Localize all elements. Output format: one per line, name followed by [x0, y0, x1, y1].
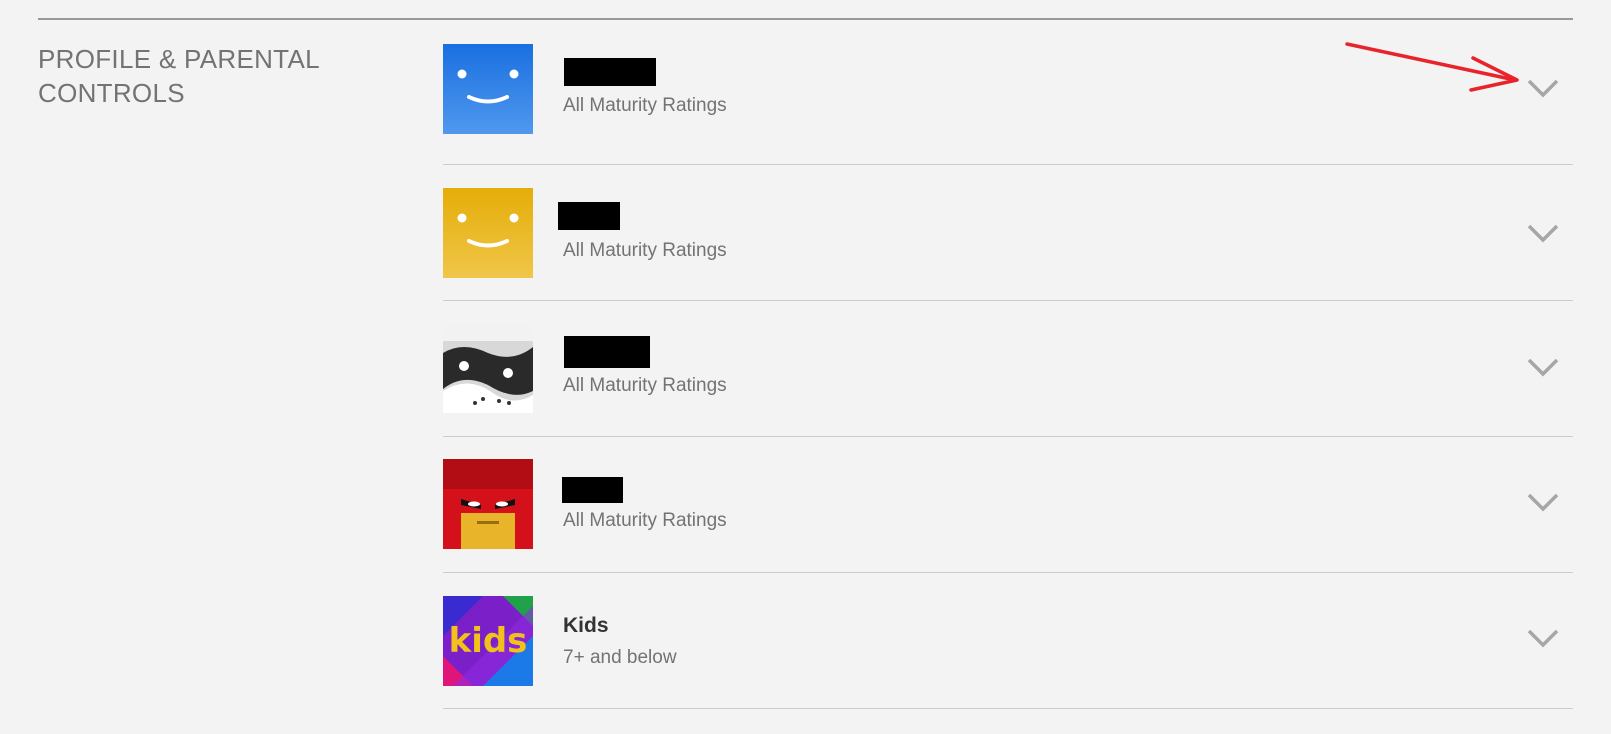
redaction-box	[564, 58, 656, 86]
profile-name-redacted	[558, 202, 620, 230]
profile-row[interactable]: All Maturity Ratings	[443, 20, 1573, 165]
profile-avatar-kids[interactable]: kids	[443, 596, 533, 686]
chevron-down-icon[interactable]	[1525, 215, 1561, 251]
account-page: PROFILE & PARENTAL CONTROLS All Maturity…	[0, 0, 1611, 734]
profile-avatar-red-hero[interactable]	[443, 459, 533, 549]
profile-avatar-blue-smiley[interactable]	[443, 44, 533, 134]
redaction-box	[564, 336, 650, 368]
profile-rating: 7+ and below	[563, 647, 677, 668]
chevron-down-icon[interactable]	[1525, 349, 1561, 385]
kids-logo-text: kids	[449, 621, 528, 661]
section-title-line2: CONTROLS	[38, 78, 185, 108]
chevron-down-icon[interactable]	[1525, 484, 1561, 520]
profile-name-redacted	[564, 336, 650, 368]
profile-rating: All Maturity Ratings	[563, 375, 727, 396]
chevron-down-icon[interactable]	[1525, 620, 1561, 656]
profile-row[interactable]: All Maturity Ratings	[443, 301, 1573, 437]
profile-row[interactable]: kids Kids 7+ and below	[443, 573, 1573, 709]
profile-rating: All Maturity Ratings	[563, 95, 727, 116]
section-title-line1: PROFILE & PARENTAL	[38, 44, 320, 74]
profile-rating: All Maturity Ratings	[563, 510, 727, 531]
profile-name-redacted	[562, 477, 623, 503]
profile-row[interactable]: All Maturity Ratings	[443, 165, 1573, 301]
profile-name-redacted	[564, 58, 656, 86]
profile-rating: All Maturity Ratings	[563, 240, 727, 261]
profile-avatar-panda[interactable]	[443, 323, 533, 413]
profile-name: Kids	[563, 614, 609, 637]
section-title: PROFILE & PARENTAL CONTROLS	[38, 42, 398, 110]
profile-avatar-yellow-smiley[interactable]	[443, 188, 533, 278]
profile-list: All Maturity Ratings All Maturity Rating…	[443, 20, 1573, 709]
redaction-box	[558, 202, 620, 230]
chevron-down-icon[interactable]	[1525, 70, 1561, 106]
redaction-box	[562, 477, 623, 503]
profile-row[interactable]: All Maturity Ratings	[443, 437, 1573, 573]
